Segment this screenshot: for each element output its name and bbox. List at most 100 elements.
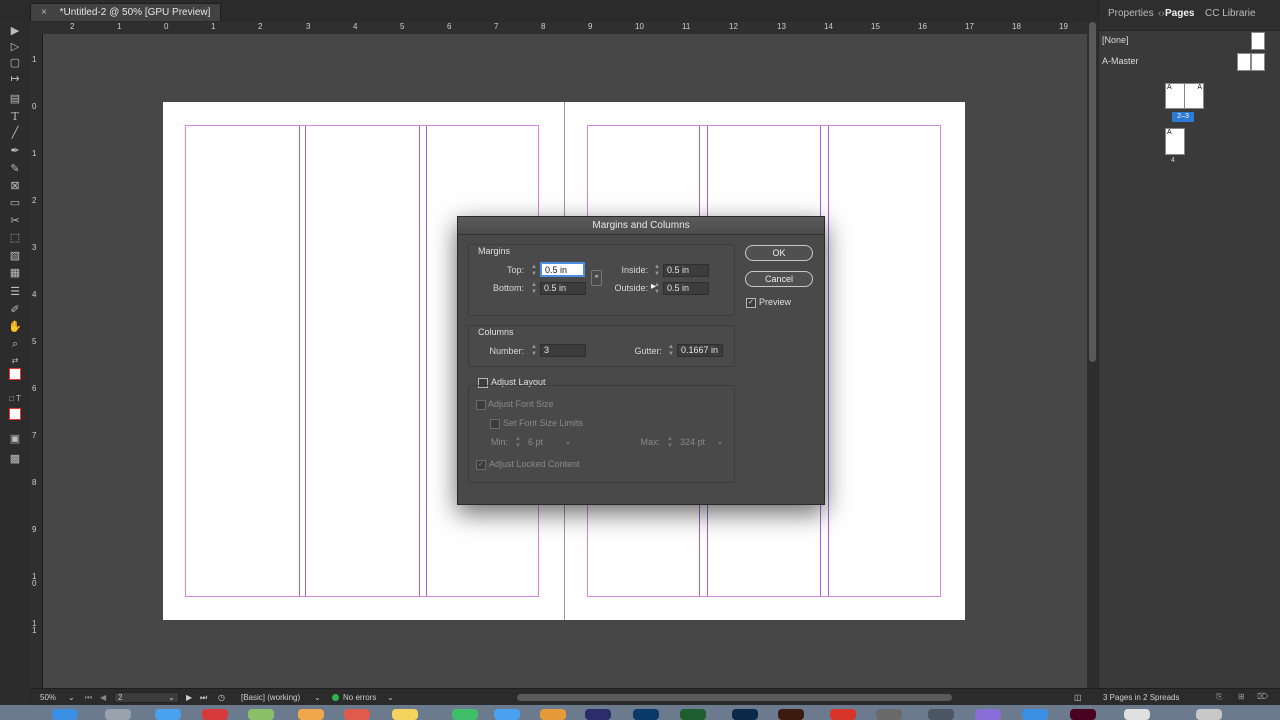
page-3-thumbnail[interactable]: A [1184, 83, 1204, 109]
next-page-icon[interactable]: ▶ [186, 693, 192, 702]
min-stepper-icon[interactable]: ▲ ▼ [514, 436, 522, 450]
preview-checkbox[interactable]: ✓ [746, 298, 756, 308]
adjust-font-size-checkbox[interactable] [476, 400, 486, 410]
safari-icon[interactable] [155, 709, 181, 720]
vertical-scrollbar[interactable] [1087, 22, 1098, 688]
direct-selection-tool-icon[interactable]: ▷ [6, 40, 24, 54]
panel-toggle-icon[interactable]: ◫ [1074, 693, 1082, 702]
make-all-settings-same-link-icon[interactable]: ⚭ [591, 270, 602, 286]
calendar-icon[interactable] [344, 709, 370, 720]
photoshop-icon[interactable] [732, 709, 758, 720]
dreamweaver-icon[interactable] [585, 709, 611, 720]
master-none-row[interactable]: [None] [1102, 35, 1129, 45]
pencil-tool-icon[interactable]: ✎ [6, 162, 24, 176]
spread-label[interactable]: 2–3 [1172, 112, 1194, 122]
vertical-ruler[interactable]: 101234567891 01 1 [30, 34, 43, 688]
pen-tool-icon[interactable]: ✒ [6, 144, 24, 158]
gap-tool-icon[interactable]: ↦ [6, 72, 24, 86]
a-master-right-thumbnail[interactable] [1251, 53, 1265, 71]
outside-margin-input[interactable] [663, 282, 709, 295]
bottom-stepper-icon[interactable]: ▲ ▼ [530, 282, 538, 296]
profile-dropdown-icon[interactable]: ⌄ [314, 693, 321, 702]
app-icon[interactable] [494, 709, 520, 720]
illustrator-icon[interactable] [778, 709, 804, 720]
min-font-size-value[interactable]: 6 pt [528, 437, 543, 447]
finder-icon[interactable] [52, 709, 78, 720]
maps-icon[interactable] [248, 709, 274, 720]
app-icon[interactable] [202, 709, 228, 720]
a-master-row[interactable]: A-Master [1102, 56, 1139, 66]
collapse-panel-icon[interactable]: ‹› [1158, 8, 1165, 19]
page-dropdown-icon[interactable]: ⌄ [168, 693, 175, 702]
lightroom-icon[interactable] [633, 709, 659, 720]
app-icon[interactable] [1124, 709, 1150, 720]
delete-page-icon[interactable]: ⌦ [1257, 692, 1268, 701]
gutter-input[interactable] [677, 344, 723, 357]
zoom-tool-icon[interactable]: ⌕ [6, 337, 24, 351]
inside-margin-input[interactable] [663, 264, 709, 277]
horizontal-scroll-thumb[interactable] [517, 694, 952, 701]
first-page-icon[interactable]: ⏮ [85, 693, 92, 703]
gutter-stepper-icon[interactable]: ▲ ▼ [667, 344, 675, 358]
tab-pages[interactable]: Pages [1165, 8, 1194, 19]
preflight-status[interactable]: No errors [343, 693, 376, 702]
zoom-level[interactable]: 50% [40, 693, 56, 702]
bottom-margin-input[interactable] [540, 282, 586, 295]
rectangle-frame-tool-icon[interactable]: ⊠ [6, 179, 24, 193]
ok-button[interactable]: OK [745, 245, 813, 261]
note-tool-icon[interactable]: ☰ [6, 285, 24, 299]
apply-none-icon[interactable] [6, 408, 24, 422]
vertical-scroll-thumb[interactable] [1089, 22, 1096, 362]
app-icon[interactable] [975, 709, 1001, 720]
previous-page-icon[interactable]: ◀ [100, 693, 106, 702]
indesign-icon[interactable] [1070, 709, 1096, 720]
screen-mode-icon[interactable]: ▣ [6, 432, 24, 446]
app-icon[interactable] [928, 709, 954, 720]
close-tab-icon[interactable]: × [41, 7, 47, 18]
adjust-locked-content-checkbox[interactable]: ✓ [476, 460, 486, 470]
app-icon[interactable] [452, 709, 478, 720]
app-icon[interactable] [540, 709, 566, 720]
eyedropper-tool-icon[interactable]: ✐ [6, 303, 24, 317]
type-tool-icon[interactable]: T [6, 110, 24, 124]
master-none-thumbnail[interactable] [1251, 32, 1265, 50]
gradient-swatch-tool-icon[interactable]: ▧ [6, 249, 24, 263]
launchpad-icon[interactable] [105, 709, 131, 720]
free-transform-tool-icon[interactable]: ⬚ [6, 231, 24, 245]
zoom-dropdown-icon[interactable]: ⌄ [68, 693, 75, 702]
new-page-icon[interactable]: ⊞ [1238, 692, 1245, 701]
edit-page-size-icon[interactable]: ⎘ [1216, 692, 1222, 702]
preview-mode-icon[interactable]: ▩ [6, 452, 24, 466]
preflight-profile[interactable]: [Basic] (working) [241, 693, 300, 702]
max-dropdown-icon[interactable]: ⌄ [717, 438, 723, 446]
document-tab[interactable]: × *Untitled-2 @ 50% [GPU Preview] [30, 3, 222, 21]
tab-properties[interactable]: Properties [1108, 8, 1154, 19]
a-master-left-thumbnail[interactable] [1237, 53, 1251, 71]
app-icon[interactable] [680, 709, 706, 720]
tab-cc-libraries[interactable]: CC Librarie [1205, 8, 1256, 19]
swap-colors-icon[interactable]: ⇄ [6, 354, 24, 368]
scissors-tool-icon[interactable]: ✂ [6, 214, 24, 228]
preflight-dropdown-icon[interactable]: ⌄ [387, 693, 394, 702]
column-number-input[interactable] [540, 344, 586, 357]
page-tool-icon[interactable]: ▢ [6, 56, 24, 70]
max-stepper-icon[interactable]: ▲ ▼ [666, 436, 674, 450]
app-icon[interactable] [1022, 709, 1048, 720]
hand-tool-icon[interactable]: ✋ [6, 320, 24, 334]
formatting-affects-text-icon[interactable]: □ T [6, 392, 24, 406]
open-document-icon[interactable]: ◷ [218, 693, 225, 702]
selection-tool-icon[interactable]: ▶ [6, 24, 24, 38]
content-collector-icon[interactable]: ▤ [6, 92, 24, 106]
min-dropdown-icon[interactable]: ⌄ [565, 438, 571, 446]
last-page-icon[interactable]: ⏭ [200, 693, 207, 703]
rectangle-tool-icon[interactable]: ▭ [6, 196, 24, 210]
cancel-button[interactable]: Cancel [745, 271, 813, 287]
notes-icon[interactable] [392, 709, 418, 720]
app-icon[interactable] [876, 709, 902, 720]
set-font-size-limits-checkbox[interactable] [490, 419, 500, 429]
trash-icon[interactable] [1196, 709, 1222, 720]
number-stepper-icon[interactable]: ▲ ▼ [530, 344, 538, 358]
top-margin-input[interactable] [540, 262, 585, 277]
page-4-thumbnail[interactable]: A [1165, 128, 1185, 155]
line-tool-icon[interactable]: ╱ [6, 126, 24, 140]
